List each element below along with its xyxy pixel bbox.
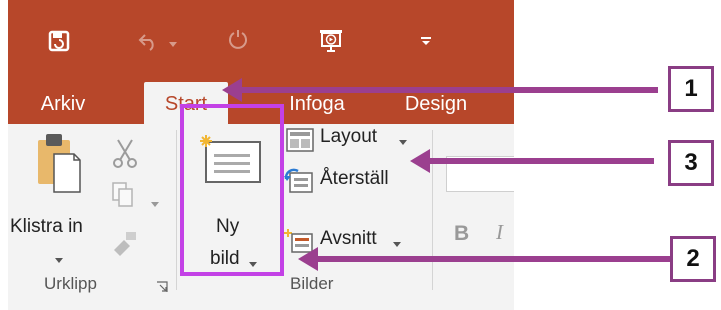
callout-1: 1 [668,66,714,112]
cut-icon[interactable] [112,138,138,168]
callout-3: 3 [668,140,714,186]
clipboard-icon[interactable] [36,132,82,194]
arrow-head-1 [222,78,242,102]
copy-dropdown-icon[interactable] [150,196,160,207]
undo-icon[interactable] [136,30,162,52]
copy-icon[interactable] [112,182,134,208]
customize-toolbar-icon[interactable] [420,34,432,46]
ribbon-content: Klistra in Urklipp Ny bild Layout Återst… [8,104,514,310]
start-from-beginning-icon[interactable] [318,28,344,54]
arrow-head-2 [298,247,318,271]
paste-dropdown-icon[interactable] [54,252,64,263]
redo-icon[interactable] [226,28,250,52]
section-dropdown-icon[interactable] [392,236,402,247]
callout-arrow-1 [238,87,658,93]
paste-label[interactable]: Klistra in [10,216,83,238]
section-button[interactable]: Avsnitt [320,228,377,250]
group-separator [176,130,177,290]
tab-arkiv[interactable]: Arkiv [34,82,92,124]
arrow-head-3 [410,149,430,173]
dialog-launcher-icon[interactable] [156,280,168,292]
format-painter-icon[interactable] [110,228,140,256]
reset-button[interactable]: Återställ [320,168,389,190]
layout-button[interactable]: Layout [320,126,377,148]
italic-button[interactable]: I [496,220,503,245]
callout-arrow-2 [318,256,670,262]
new-slide-highlight [180,104,284,276]
save-icon[interactable] [48,30,70,52]
slides-group-label: Bilder [290,274,334,293]
layout-icon[interactable] [286,128,314,152]
bold-button[interactable]: B [454,222,469,246]
callout-arrow-3 [428,158,654,164]
title-bar [8,0,514,82]
group-separator [432,130,433,290]
reset-icon[interactable] [284,168,314,194]
undo-dropdown-icon[interactable] [168,36,178,47]
powerpoint-window: Arkiv Start Infoga Design Klistra in Urk… [8,0,514,310]
clipboard-group-label: Urklipp [44,274,97,293]
callout-2: 2 [670,236,716,282]
layout-dropdown-icon[interactable] [398,134,408,145]
